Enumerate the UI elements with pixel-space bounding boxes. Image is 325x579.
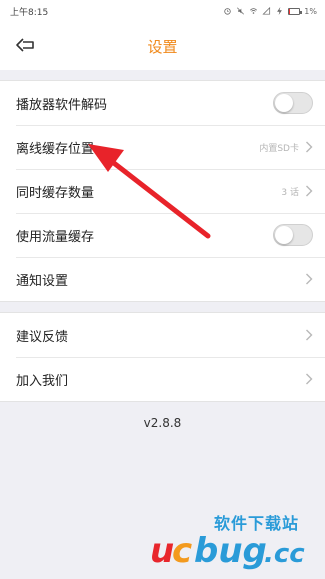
setting-label: 建议反馈 — [16, 329, 69, 345]
svg-text:.cc: .cc — [264, 539, 305, 569]
setting-join-us[interactable]: 加入我们 — [0, 357, 325, 401]
setting-value: 内置SD卡 — [259, 143, 299, 154]
setting-cache-location[interactable]: 离线缓存位置 内置SD卡 — [0, 125, 325, 169]
setting-decoder[interactable]: 播放器软件解码 — [0, 81, 325, 125]
alarm-icon — [224, 8, 231, 15]
wifi-icon — [250, 8, 258, 14]
setting-label: 使用流量缓存 — [16, 229, 95, 245]
setting-label: 加入我们 — [16, 373, 69, 389]
setting-cache-count[interactable]: 同时缓存数量 3 话 — [0, 169, 325, 213]
mute-icon — [237, 7, 245, 15]
chevron-right-icon — [306, 273, 313, 285]
setting-feedback[interactable]: 建议反馈 — [0, 313, 325, 357]
decoder-toggle[interactable] — [273, 92, 313, 114]
svg-text:u: u — [150, 531, 174, 571]
page-title: 设置 — [147, 37, 178, 56]
chevron-right-icon — [306, 373, 313, 385]
status-time: 上午8:15 — [10, 7, 49, 18]
app-header: 设置 — [0, 22, 325, 70]
setting-mobile-data-cache[interactable]: 使用流量缓存 — [0, 213, 325, 257]
setting-label: 通知设置 — [16, 273, 69, 289]
chevron-right-icon — [306, 329, 313, 341]
mobile-data-toggle[interactable] — [273, 224, 313, 246]
setting-notifications[interactable]: 通知设置 — [0, 257, 325, 301]
about-group: 建议反馈 加入我们 — [0, 312, 325, 402]
svg-text:c: c — [172, 531, 192, 571]
battery-percent: 1% — [304, 6, 317, 16]
setting-value: 3 话 — [281, 187, 299, 198]
svg-text:bug: bug — [194, 531, 267, 571]
signal-icon — [262, 7, 271, 15]
chevron-right-icon — [306, 141, 313, 153]
setting-label: 同时缓存数量 — [16, 185, 95, 201]
status-bar: 上午8:15 1% — [0, 0, 325, 22]
setting-label: 离线缓存位置 — [16, 141, 95, 157]
back-arrow-icon[interactable] — [14, 34, 36, 56]
status-icons: 1% — [223, 7, 317, 16]
setting-label: 播放器软件解码 — [16, 97, 108, 113]
watermark-logo: 软件下载站 u c bug .cc — [150, 500, 322, 575]
charging-icon — [277, 7, 283, 15]
version-label: v2.8.8 — [143, 416, 182, 430]
battery-icon — [288, 7, 303, 15]
chevron-right-icon — [306, 185, 313, 197]
settings-group: 播放器软件解码 离线缓存位置 内置SD卡 同时缓存数量 3 话 使用流量缓存 通… — [0, 80, 325, 302]
watermark-cn-text: 软件下载站 — [214, 514, 300, 533]
